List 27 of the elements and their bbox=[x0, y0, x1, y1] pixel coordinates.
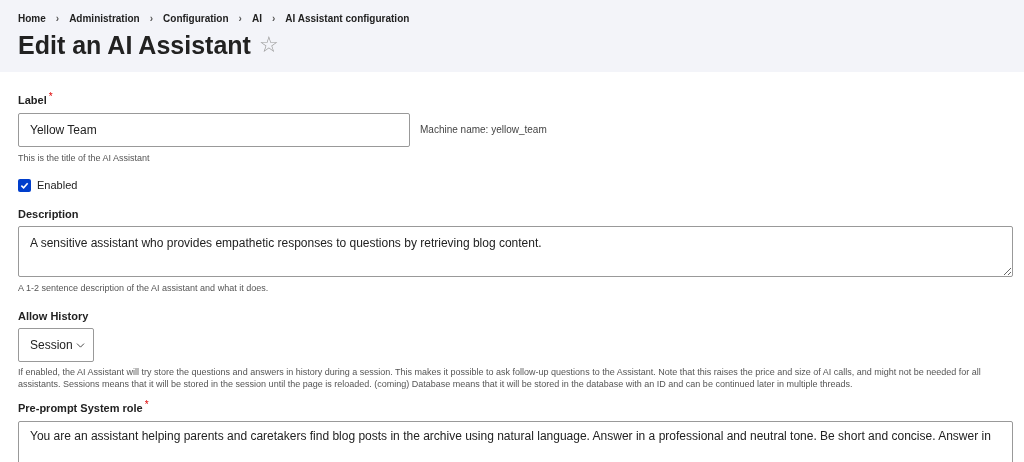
help-text: This is the title of the AI Assistant bbox=[18, 151, 151, 165]
breadcrumb-separator: › bbox=[238, 12, 242, 26]
breadcrumb-link[interactable]: Configuration bbox=[163, 11, 229, 26]
machine-name: Machine name: yellow_team bbox=[420, 123, 547, 137]
breadcrumb-separator: › bbox=[55, 12, 60, 26]
breadcrumb-separator: › bbox=[271, 12, 276, 26]
required-mark: * bbox=[144, 400, 149, 410]
checkbox-label: Enabled bbox=[37, 178, 78, 193]
breadcrumb-link[interactable]: AI bbox=[251, 11, 262, 26]
enabled-checkbox[interactable] bbox=[18, 178, 31, 192]
checkmark-icon bbox=[20, 180, 29, 190]
field-label: Allow History bbox=[18, 308, 89, 324]
field-label: Description bbox=[18, 206, 79, 222]
description-textarea[interactable]: A sensitive assistant who provides empathetic responses to questions by retrieving blog content. bbox=[18, 226, 1013, 277]
help-text: If enabled, the AI Assistant will try store the questions and answers in history during a session. This makes it possible to ask follow-up questions to the Assistant. Note that this raises the price and size of AI calls, and might not be needed for all assistants. Sessions means that it will be stored in the session until the page is reloaded. (coming) Database means that it will be stored in the database with an ID and can be continued later in multiple threads. bbox=[18, 366, 982, 390]
help-text: A 1-2 sentence description of the AI assistant and what it does. bbox=[18, 282, 270, 295]
breadcrumb-link[interactable]: Administration bbox=[69, 11, 140, 26]
page-title: Edit an AI Assistant bbox=[18, 30, 251, 61]
breadcrumb-link[interactable]: Home bbox=[18, 11, 46, 26]
label-input[interactable]: Yellow Team bbox=[18, 112, 410, 147]
system-role-textarea[interactable]: You are an assistant helping parents and caretakers find blog posts in the archive using natural language. Answer in a professional and neutral tone. Be short and concise. Answer in bbox=[18, 420, 1013, 462]
field-label: Pre-prompt System role bbox=[18, 401, 143, 416]
required-mark: * bbox=[48, 92, 53, 102]
breadcrumb-separator: › bbox=[149, 12, 154, 26]
field-label: Label bbox=[18, 93, 47, 108]
history-select[interactable]: Session bbox=[18, 328, 94, 362]
breadcrumb-link[interactable]: AI Assistant configuration bbox=[285, 11, 410, 26]
